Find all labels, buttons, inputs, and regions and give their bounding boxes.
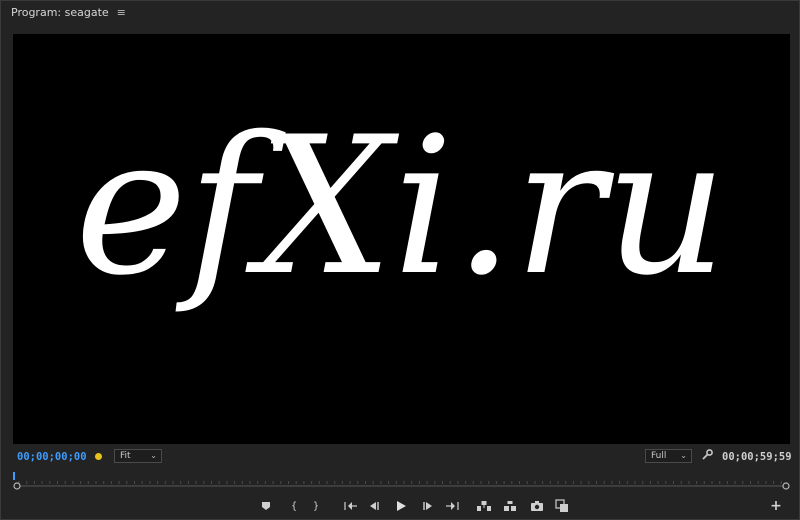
monitor-controls-row: 00;00;00;00 Fit ⌄ Full ⌄ 00;00;59;59: [1, 447, 799, 467]
compare-icon: [555, 499, 568, 512]
add-marker-button[interactable]: [257, 497, 275, 515]
wrench-icon[interactable]: [702, 449, 713, 463]
panel-header: Program: seagate ≡: [1, 1, 799, 23]
step-forward-icon: [423, 502, 432, 510]
program-viewer[interactable]: efXi.ru: [13, 34, 790, 444]
mark-out-button[interactable]: }: [307, 497, 325, 515]
time-ruler[interactable]: [13, 471, 790, 491]
step-forward-button[interactable]: [418, 497, 436, 515]
playhead-marker[interactable]: [13, 472, 15, 480]
duration-timecode: 00;00;59;59: [722, 451, 792, 463]
comparison-view-button[interactable]: [553, 497, 571, 515]
panel-menu-icon[interactable]: ≡: [117, 6, 126, 19]
step-back-icon: [370, 502, 379, 510]
transport-controls: { } +: [1, 495, 799, 517]
zoom-level-value: Fit: [120, 451, 131, 461]
mark-out-icon: }: [312, 500, 320, 512]
playback-resolution-select[interactable]: Full ⌄: [645, 449, 692, 463]
go-to-in-icon: [344, 502, 357, 510]
viewer-canvas: efXi.ru: [75, 96, 727, 317]
mark-in-icon: {: [290, 500, 298, 512]
time-ruler-svg: [13, 472, 790, 490]
zoom-handle-left[interactable]: [13, 482, 21, 490]
marker-dot-icon: [95, 453, 102, 460]
zoom-handle-right[interactable]: [782, 482, 790, 490]
program-monitor-panel: Program: seagate ≡ efXi.ru 00;00;00;00 F…: [0, 0, 800, 520]
step-back-button[interactable]: [366, 497, 384, 515]
lift-icon: [477, 501, 491, 511]
marker-icon: [262, 502, 270, 510]
chevron-down-icon: ⌄: [680, 451, 687, 460]
panel-title[interactable]: Program: seagate: [11, 6, 109, 19]
mark-in-button[interactable]: {: [285, 497, 303, 515]
go-to-out-icon: [446, 502, 459, 510]
play-button[interactable]: [392, 497, 410, 515]
ruler-ticks: [18, 481, 782, 484]
playback-resolution-value: Full: [651, 451, 667, 461]
camera-icon: [531, 501, 543, 511]
go-to-out-button[interactable]: [443, 497, 461, 515]
plus-icon: +: [770, 498, 782, 514]
zoom-level-select[interactable]: Fit ⌄: [114, 449, 162, 463]
lift-button[interactable]: [475, 497, 493, 515]
extract-icon: [504, 501, 516, 511]
button-editor-button[interactable]: +: [767, 497, 785, 515]
go-to-in-button[interactable]: [342, 497, 360, 515]
chevron-down-icon: ⌄: [150, 451, 157, 460]
play-icon: [397, 501, 406, 511]
export-frame-button[interactable]: [528, 497, 546, 515]
extract-button[interactable]: [501, 497, 519, 515]
playhead-timecode[interactable]: 00;00;00;00: [17, 451, 87, 463]
viewer-title-text: efXi.ru: [75, 96, 727, 317]
